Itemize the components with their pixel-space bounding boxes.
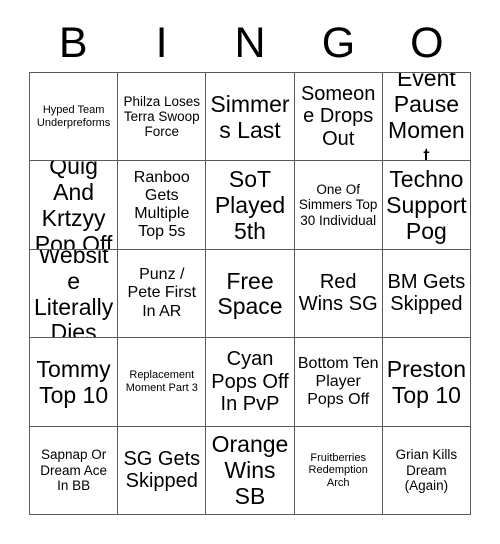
- bingo-cell-g3[interactable]: Red Wins SG: [294, 249, 383, 339]
- bingo-cell-label: Sapnap Or Dream Ace In BB: [40, 447, 107, 493]
- bingo-cell-n5[interactable]: Orange Wins SB: [206, 426, 295, 515]
- bingo-cell-label: Techno Support Pog: [386, 166, 467, 245]
- bingo-cell-o4[interactable]: Preston Top 10: [382, 338, 471, 427]
- bingo-cell-label: Quig And Krtzyy Pop Off: [34, 161, 113, 250]
- bingo-cell-label: Fruitberries Redemption Arch: [308, 451, 368, 489]
- bingo-cell-label: Orange Wins SB: [211, 431, 289, 510]
- bingo-cell-label: Cyan Pops Off In PvP: [211, 348, 289, 416]
- bingo-cell-label: BM Gets Skipped: [387, 270, 466, 316]
- bingo-cell-o1[interactable]: Event Pause Moment: [382, 73, 471, 162]
- bingo-cell-free-space[interactable]: Free Space: [206, 249, 295, 339]
- bingo-cell-o5[interactable]: Grian Kills Dream (Again): [382, 426, 471, 515]
- bingo-cell-i2[interactable]: Ranboo Gets Multiple Top 5s: [118, 161, 207, 250]
- bingo-cell-label: Ranboo Gets Multiple Top 5s: [133, 168, 190, 241]
- bingo-cell-i1[interactable]: Philza Loses Terra Swoop Force: [118, 73, 207, 162]
- bingo-cell-label: Tommy Top 10: [36, 355, 111, 408]
- bingo-card: B I N G O Hyped Team Underpreforms Philz…: [0, 0, 500, 544]
- bingo-cell-i4[interactable]: Replacement Moment Part 3: [118, 338, 207, 427]
- bingo-cell-n1[interactable]: Simmers Last: [206, 73, 295, 162]
- header-letter-i: I: [155, 18, 168, 67]
- bingo-cell-g1[interactable]: Someone Drops Out: [294, 73, 383, 162]
- bingo-cell-label: Hyped Team Underpreforms: [36, 104, 111, 129]
- bingo-cell-g2[interactable]: One Of Simmers Top 30 Individual: [294, 161, 383, 250]
- bingo-cell-b4[interactable]: Tommy Top 10: [30, 338, 119, 427]
- bingo-cell-b3[interactable]: Website Literally Dies: [30, 249, 119, 339]
- bingo-cell-n4[interactable]: Cyan Pops Off In PvP: [206, 338, 295, 427]
- bingo-cell-label: Bottom Ten Player Pops Off: [297, 354, 379, 408]
- free-space-label: Free Space: [217, 267, 283, 320]
- header-letter-g: G: [321, 18, 356, 67]
- bingo-cell-label: Grian Kills Dream (Again): [395, 447, 458, 493]
- bingo-cell-label: SoT Played 5th: [214, 166, 286, 245]
- bingo-cell-b1[interactable]: Hyped Team Underpreforms: [30, 73, 119, 162]
- bingo-cell-label: Preston Top 10: [386, 355, 467, 408]
- bingo-cell-g4[interactable]: Bottom Ten Player Pops Off: [294, 338, 383, 427]
- bingo-cell-i3[interactable]: Punz / Pete First In AR: [118, 249, 207, 339]
- bingo-cell-label: Red Wins SG: [298, 270, 378, 316]
- bingo-cell-b2[interactable]: Quig And Krtzyy Pop Off: [30, 161, 119, 250]
- header-letter-b: B: [58, 18, 88, 67]
- bingo-header-row: B I N G O: [29, 14, 471, 72]
- bingo-cell-label: Event Pause Moment: [388, 73, 465, 162]
- bingo-cell-label: Simmers Last: [210, 90, 290, 143]
- bingo-cell-o3[interactable]: BM Gets Skipped: [382, 249, 471, 339]
- bingo-cell-n2[interactable]: SoT Played 5th: [206, 161, 295, 250]
- bingo-cell-label: Punz / Pete First In AR: [127, 266, 197, 320]
- bingo-cell-label: One Of Simmers Top 30 Individual: [298, 182, 378, 228]
- bingo-cell-i5[interactable]: SG Gets Skipped: [118, 426, 207, 515]
- bingo-cell-b5[interactable]: Sapnap Or Dream Ace In BB: [30, 426, 119, 515]
- bingo-grid: Hyped Team Underpreforms Philza Loses Te…: [29, 72, 471, 515]
- header-letter-n: N: [234, 18, 266, 67]
- bingo-cell-label: Someone Drops Out: [300, 82, 376, 150]
- bingo-cell-g5[interactable]: Fruitberries Redemption Arch: [294, 426, 383, 515]
- header-letter-o: O: [410, 18, 444, 67]
- bingo-cell-label: Philza Loses Terra Swoop Force: [123, 93, 201, 140]
- bingo-cell-label: Replacement Moment Part 3: [125, 369, 198, 394]
- bingo-cell-label: Website Literally Dies: [33, 249, 114, 339]
- bingo-cell-label: SG Gets Skipped: [123, 447, 201, 493]
- bingo-cell-o2[interactable]: Techno Support Pog: [382, 161, 471, 250]
